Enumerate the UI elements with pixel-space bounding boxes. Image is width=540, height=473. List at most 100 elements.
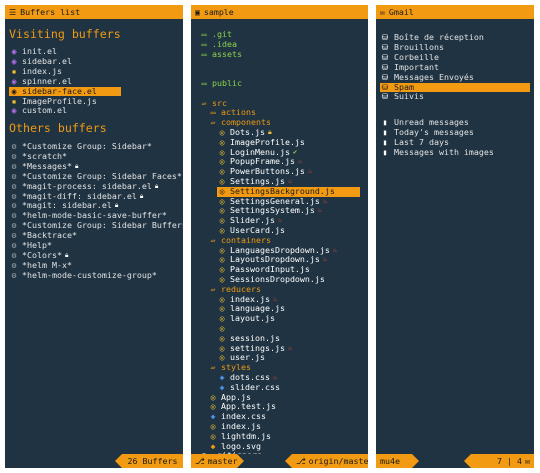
elisp-icon: ◉ xyxy=(11,76,17,86)
branch-remote[interactable]: ⎇ origin/master xyxy=(292,454,368,468)
inbox-icon: ⛁ xyxy=(381,42,389,52)
file-item[interactable]: ◎ layout.js xyxy=(217,313,275,324)
lock-icon: 🔒︎ xyxy=(139,191,144,200)
fire-icon: ♨ xyxy=(322,196,328,205)
buffer-item[interactable]: ◉ custom.el xyxy=(9,106,179,116)
tree-item-name: public xyxy=(212,78,242,88)
bookmark-icon: ▮ xyxy=(382,147,388,157)
list-icon: ☰ xyxy=(9,7,17,17)
mail-folder-name: Suivis xyxy=(394,91,424,102)
js-file-icon: ◎ xyxy=(219,294,225,304)
visiting-buffers-title: Visiting buffers xyxy=(9,27,121,41)
buffer-name: sidebar-face.el xyxy=(22,85,97,96)
fire-icon: ♨ xyxy=(307,167,313,176)
buffer-item[interactable]: ◉ spinner.el xyxy=(9,76,179,87)
file-tree-panel: ▣ sample ▭ .git ▭ .idea ▭ assets ▭ public ▱ src ▭ a… xyxy=(191,5,368,468)
tree-item-name: assets xyxy=(212,48,242,59)
buffers-list-panel: ☰ Buffers list Visiting buffers ◉ init.el… xyxy=(5,5,183,468)
file-item[interactable] xyxy=(199,59,202,69)
branch-icon: ⎇ xyxy=(195,456,205,466)
mail-counts-label: 7 | 4 xyxy=(497,456,522,466)
branch-remote-icon: ⎇ xyxy=(296,456,306,466)
buffer-gear-icon: ⚙ xyxy=(11,142,17,151)
js-file-icon: ◎ xyxy=(219,137,225,147)
branch-remote-label: origin/master xyxy=(308,456,368,466)
folder-open-icon: ▱ xyxy=(210,363,216,373)
buffer-gear-icon: ⚙ xyxy=(11,260,17,270)
file-tree-footer: ⎇ master ⎇ origin/master xyxy=(191,454,368,468)
inbox-icon: ⛁ xyxy=(381,33,389,42)
footer-separator xyxy=(115,454,122,468)
mail-folder[interactable]: ⛁ Messages Envoyés xyxy=(380,72,530,83)
buffer-gear-icon: ⚙ xyxy=(11,201,17,211)
file-item[interactable] xyxy=(199,69,202,79)
js-file-icon: ◎ xyxy=(210,431,216,441)
js-file-icon: ◎ xyxy=(219,157,225,167)
js-file-icon: ◎ xyxy=(219,167,225,177)
folder-icon: ▭ xyxy=(201,30,207,39)
js-file-icon: ◎ xyxy=(219,245,225,255)
buffer-name: custom.el xyxy=(22,105,67,116)
buffer-gear-icon: ⚙ xyxy=(11,161,17,171)
branch-local[interactable]: ⎇ master xyxy=(191,454,238,468)
folder-item[interactable]: ▭ public xyxy=(199,78,242,89)
mail-query-name: Messages with images xyxy=(394,146,494,157)
buffer-item[interactable]: ⚙ *magit-process: sidebar.el 🔒︎ xyxy=(9,181,159,192)
elisp-icon: ◉ xyxy=(11,86,17,96)
js-file-icon: ◎ xyxy=(219,304,225,314)
tree-item-name: layout.js xyxy=(230,313,275,324)
mail-account-name: Gmail xyxy=(388,7,414,17)
js-file-icon: ◎ xyxy=(219,128,225,137)
mail-count-icon: ✉ xyxy=(525,456,530,466)
js-icon: ▪ xyxy=(11,66,17,76)
inbox-icon: ⛁ xyxy=(381,82,389,92)
inbox-icon: ⛁ xyxy=(381,62,389,72)
folder-icon: ▣ xyxy=(195,7,200,17)
buffer-item[interactable]: ⚙ *Customize Group: Sidebar Faces* xyxy=(9,170,182,182)
folder-icon: ▭ xyxy=(201,49,207,59)
elisp-icon: ◉ xyxy=(11,47,17,56)
mail-folder[interactable]: ⛁ Important xyxy=(380,61,530,73)
buffer-item[interactable]: ⚙ *helm-mode-customize-group* xyxy=(9,270,157,281)
js-file-icon: ◎ xyxy=(219,216,225,226)
mail-folder[interactable]: ⛁ Suivis xyxy=(380,92,530,102)
footer-separator-right xyxy=(464,454,471,468)
buffer-gear-icon: ⚙ xyxy=(11,171,17,181)
folder-icon: ▭ xyxy=(210,108,216,118)
buffer-gear-icon: ⚙ xyxy=(11,191,17,201)
js-file-icon: ◎ xyxy=(219,343,225,353)
mail-icon: ✉ xyxy=(380,7,385,17)
js-file-icon: ◎ xyxy=(219,324,225,333)
js-icon: ▪ xyxy=(11,96,17,106)
buffer-count: 26 Buffers xyxy=(122,454,183,468)
js-file-icon: ◎ xyxy=(210,392,216,402)
bookmark-icon: ▮ xyxy=(382,137,388,147)
file-item[interactable]: ◎ xyxy=(217,324,230,334)
mail-query[interactable]: ▮ Messages with images xyxy=(380,146,494,158)
folder-open-icon: ▱ xyxy=(201,98,207,108)
file-item[interactable] xyxy=(199,89,202,99)
js-file-icon: ◎ xyxy=(219,206,225,216)
folder-icon: ▭ xyxy=(201,39,207,49)
lock-icon: 🔒︎ xyxy=(154,181,159,190)
mail-footer: mu4e 7 | 4 ✉ xyxy=(376,454,534,468)
folder-open-icon: ▱ xyxy=(210,118,216,128)
js-file-icon: ◎ xyxy=(219,265,225,275)
buffer-item[interactable]: ◉ sidebar-face.el xyxy=(9,85,121,97)
buffer-gear-icon: ⚙ xyxy=(11,270,17,280)
js-file-icon: ◎ xyxy=(219,196,225,206)
folder-item[interactable]: ▭ assets xyxy=(199,48,242,60)
buffer-gear-icon: ⚙ xyxy=(11,221,17,231)
buffer-gear-icon: ⚙ xyxy=(11,151,17,161)
buffer-name: *Customize Group: Sidebar Faces* xyxy=(22,170,182,181)
footer-separator-left xyxy=(237,454,244,468)
buffers-list-footer: 26 Buffers xyxy=(5,454,183,468)
js-file-icon: ◎ xyxy=(219,186,225,196)
buffer-gear-icon: ⚙ xyxy=(11,181,17,191)
elisp-icon: ◉ xyxy=(11,106,17,116)
fire-icon: ♨ xyxy=(287,343,293,352)
mail-folder-name: Important xyxy=(394,61,439,72)
project-name: sample xyxy=(203,7,234,17)
buffer-gear-icon: ⚙ xyxy=(11,231,17,241)
buffers-list-header: ☰ Buffers list xyxy=(5,5,183,19)
